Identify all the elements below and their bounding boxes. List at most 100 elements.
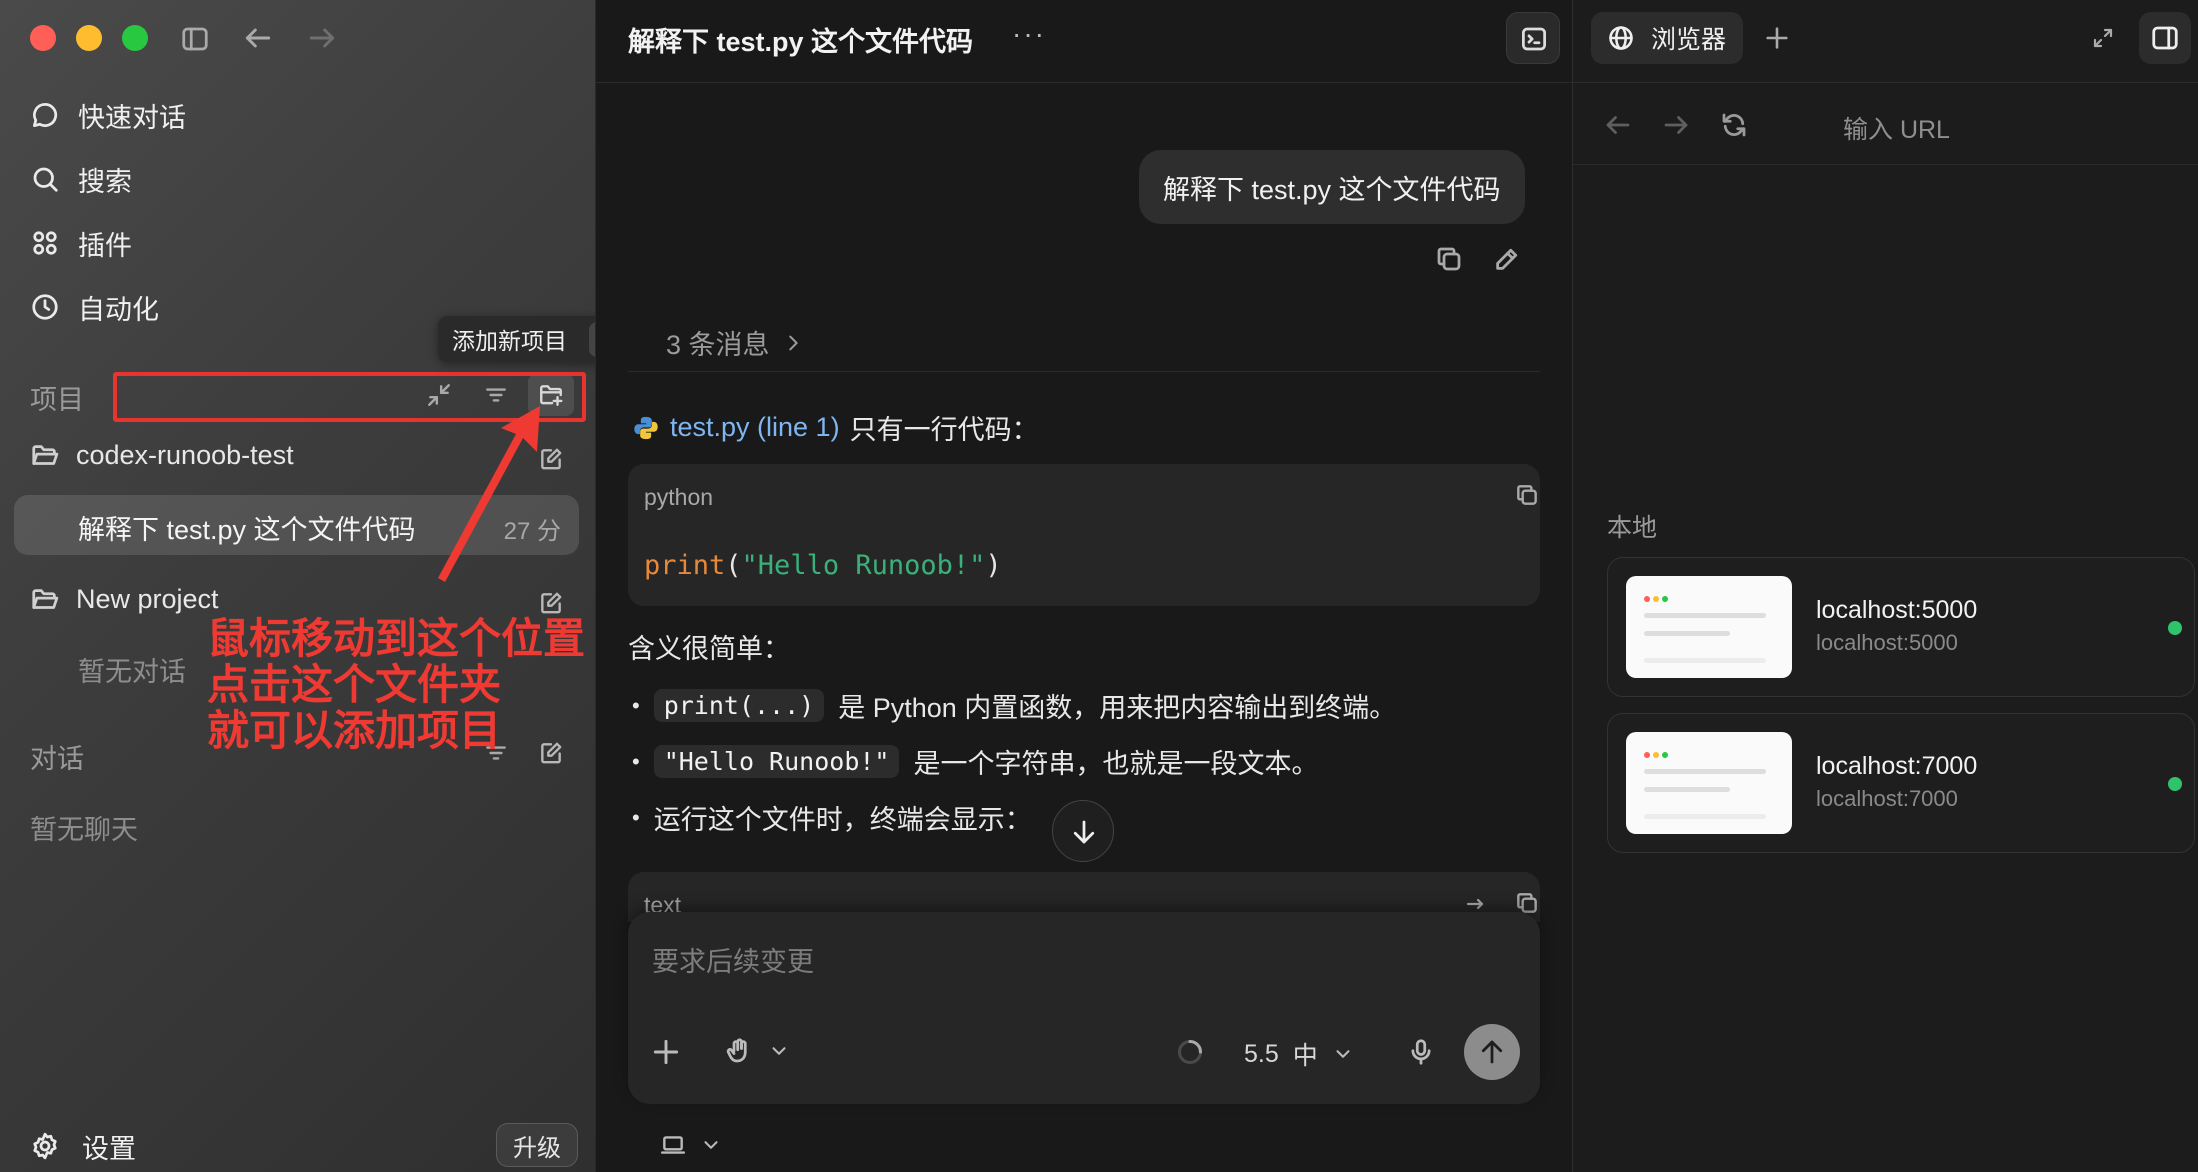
project-codex-runoob-test[interactable]: codex-runoob-test xyxy=(30,440,294,471)
chats-heading: 对话 xyxy=(30,744,84,774)
sidebar-right-icon xyxy=(2152,26,2178,50)
browser-forward-icon[interactable] xyxy=(1661,110,1691,140)
annotation-arrow xyxy=(438,406,540,582)
annotation-text: 鼠标移动到这个位置 点击这个文件夹 就可以添加项目 xyxy=(207,616,585,754)
server-subtitle: localhost:5000 xyxy=(1816,630,1958,655)
code-language-label: python xyxy=(644,484,714,510)
arrow-down-icon xyxy=(1073,820,1095,844)
minimize-window-button[interactable] xyxy=(76,25,102,51)
nav-plugins[interactable]: 插件 xyxy=(30,223,132,263)
server-title: localhost:7000 xyxy=(1816,752,1978,780)
divider xyxy=(628,371,1540,372)
url-input[interactable]: 输入 URL xyxy=(1843,110,1950,146)
plugins-grid-icon xyxy=(33,231,57,255)
edit-pencil-icon[interactable] xyxy=(1492,244,1522,274)
back-arrow-icon[interactable] xyxy=(242,22,274,54)
code-punct: ) xyxy=(985,550,1002,581)
nav-search[interactable]: 搜索 xyxy=(30,159,132,199)
local-heading: 本地 xyxy=(1607,514,1658,542)
sidebar: 快速对话 搜索 插件 自动化 项目 codex-runoob-test 解释下 … xyxy=(0,0,595,1172)
reply-intro-text: 只有一行代码： xyxy=(849,415,1039,445)
reload-icon[interactable] xyxy=(1719,110,1749,140)
browser-tab[interactable]: 浏览器 xyxy=(1591,12,1743,64)
browser-back-icon[interactable] xyxy=(1603,110,1633,140)
projects-heading: 项目 xyxy=(30,385,84,415)
expand-icon[interactable] xyxy=(2091,26,2115,50)
nav-automation[interactable]: 自动化 xyxy=(30,287,159,327)
collapsed-messages-label: 3 条消息 xyxy=(666,330,770,360)
localhost-card[interactable]: localhost:5000 localhost:5000 xyxy=(1607,557,2195,697)
nav-quick-chat[interactable]: 快速对话 xyxy=(30,95,186,135)
settings-button[interactable]: 设置 xyxy=(30,1126,136,1166)
thread-title: 解释下 test.py 这个文件代码 xyxy=(78,515,416,545)
terminal-toggle-button[interactable] xyxy=(1506,12,1560,64)
model-selector[interactable]: 5.5 中 xyxy=(1244,1036,1354,1072)
add-attachment-icon[interactable] xyxy=(650,1036,682,1068)
hand-icon xyxy=(726,1038,747,1063)
upgrade-button[interactable]: 升级 xyxy=(496,1123,578,1167)
settings-label: 设置 xyxy=(82,1133,136,1164)
project-name: codex-runoob-test xyxy=(76,440,294,470)
nav-label: 自动化 xyxy=(78,294,159,325)
meaning-heading: 含义很简单： xyxy=(628,634,790,664)
bullet-item: • print(...) 是 Python 内置函数，用来把内容输出到终端。 xyxy=(632,686,1396,725)
code-string: "Hello Runoob!" xyxy=(741,550,986,581)
code-function: print xyxy=(644,550,726,581)
server-title: localhost:5000 xyxy=(1816,596,1978,624)
header-divider xyxy=(596,82,1573,83)
close-window-button[interactable] xyxy=(30,25,56,51)
status-indicator xyxy=(2168,621,2182,635)
new-tab-icon[interactable] xyxy=(1763,24,1791,52)
send-button[interactable] xyxy=(1464,1024,1520,1080)
annotation-line: 就可以添加项目 xyxy=(207,707,502,754)
toggle-panel-button[interactable] xyxy=(2139,12,2191,64)
toggle-sidebar-icon[interactable] xyxy=(180,24,210,54)
gear-icon xyxy=(33,1132,57,1160)
loading-spinner-icon xyxy=(1177,1039,1203,1065)
microphone-icon[interactable] xyxy=(1406,1036,1436,1068)
copy-code-icon[interactable] xyxy=(1514,482,1540,508)
inline-code: "Hello Runoob!" xyxy=(653,745,900,778)
user-message-text: 解释下 test.py 这个文件代码 xyxy=(1163,174,1501,205)
more-options-button[interactable]: ··· xyxy=(1012,18,1046,50)
annotation-line: 点击这个文件夹 xyxy=(207,661,502,708)
composer: 要求后续变更 5.5 中 xyxy=(628,912,1540,1104)
scroll-to-bottom-button[interactable] xyxy=(1052,800,1114,862)
page-thumbnail xyxy=(1626,732,1792,834)
status-indicator xyxy=(2168,777,2182,791)
model-version: 5.5 xyxy=(1244,1039,1279,1068)
nav-label: 搜索 xyxy=(78,166,132,197)
laptop-icon xyxy=(660,1136,686,1154)
user-message-bubble: 解释下 test.py 这个文件代码 xyxy=(1139,150,1525,224)
project-new-project[interactable]: New project xyxy=(30,584,219,615)
folder-open-icon xyxy=(32,444,59,465)
server-subtitle: localhost:7000 xyxy=(1816,786,1958,811)
terminal-icon xyxy=(1522,27,1546,51)
arrow-up-icon xyxy=(1481,1040,1503,1064)
code-line: print("Hello Runoob!") xyxy=(644,550,1002,581)
bullet-text: 是一个字符串，也就是一段文本。 xyxy=(913,749,1319,779)
file-reference-link[interactable]: test.py (line 1) xyxy=(670,412,840,443)
reasoning-effort: 中 xyxy=(1292,1042,1318,1070)
copy-icon[interactable] xyxy=(1434,244,1464,274)
browser-tab-label: 浏览器 xyxy=(1651,26,1727,54)
toolbar-divider xyxy=(1573,164,2198,165)
localhost-card[interactable]: localhost:7000 localhost:7000 xyxy=(1607,713,2195,853)
clock-icon xyxy=(32,294,58,320)
collapsed-messages-toggle[interactable]: 3 条消息 xyxy=(666,323,804,362)
folder-open-icon xyxy=(32,588,59,609)
chevron-down-icon xyxy=(772,1047,786,1055)
new-thread-icon[interactable] xyxy=(538,590,564,616)
bullet-item: • "Hello Runoob!" 是一个字符串，也就是一段文本。 xyxy=(632,742,1318,781)
forward-arrow-icon[interactable] xyxy=(306,22,338,54)
conversation-panel: 解释下 test.py 这个文件代码 ··· 解释下 test.py 这个文件代… xyxy=(595,0,1573,1172)
inline-code: print(...) xyxy=(653,689,825,722)
zoom-window-button[interactable] xyxy=(122,25,148,51)
chevron-down-icon xyxy=(1336,1050,1350,1058)
tooltip-label: 添加新项目 xyxy=(452,328,567,354)
composer-input[interactable]: 要求后续变更 xyxy=(652,940,814,979)
python-icon xyxy=(634,416,658,439)
environment-selector[interactable] xyxy=(658,1132,722,1158)
code-block: python print("Hello Runoob!") xyxy=(628,464,1540,606)
permission-mode-dropdown[interactable] xyxy=(724,1036,790,1066)
